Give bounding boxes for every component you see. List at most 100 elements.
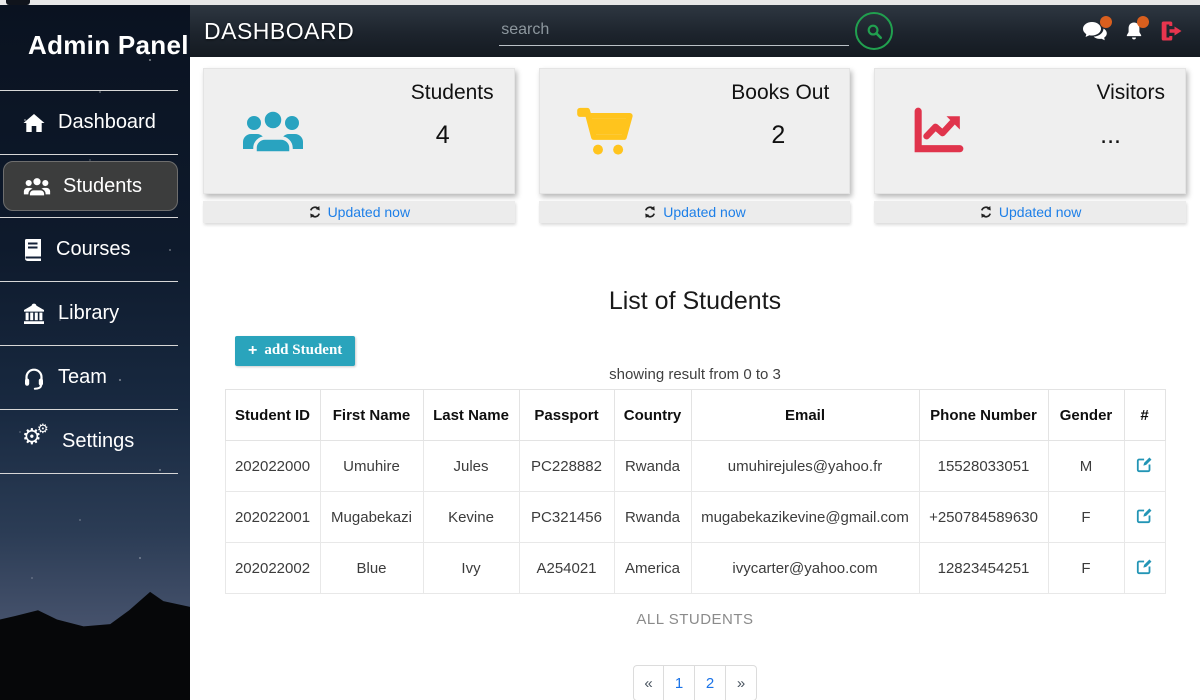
pagination-page-1[interactable]: 1 [664,665,695,700]
notification-badge [1100,16,1112,28]
divider [0,473,178,474]
card-updated-link[interactable]: Updated now [539,201,851,223]
headset-icon [22,366,46,390]
cell-gender: M [1048,441,1124,492]
sidebar-item-label: Team [58,366,107,389]
search-input[interactable] [499,17,849,46]
sidebar-item-label: Library [58,302,119,325]
col-header: Country [614,390,691,441]
book-icon [22,238,44,262]
pagination: « 1 2 » [190,665,1200,700]
edit-icon[interactable] [1124,492,1165,543]
pagination-prev[interactable]: « [633,665,664,700]
library-icon [22,302,46,326]
notification-badge [1137,16,1149,28]
mountain-silhouette [0,585,190,700]
sidebar-item-label: Courses [56,238,130,261]
cell-country: America [614,543,691,594]
card-value: 2 [680,121,830,150]
sidebar-item-courses[interactable]: Courses [0,218,190,281]
card-title: Visitors [1015,81,1165,105]
page-title: DASHBOARD [190,18,354,45]
table-row: 202022001 Mugabekazi Kevine PC321456 Rwa… [225,492,1165,543]
card-updated-link[interactable]: Updated now [203,201,515,223]
cell-last-name: Jules [423,441,519,492]
logout-icon[interactable] [1160,20,1184,42]
browser-strip [0,0,1200,5]
app-title: Admin Panel [0,0,190,90]
updated-label: Updated now [663,204,746,220]
updated-label: Updated now [328,204,411,220]
sidebar: Admin Panel Dashboard Students [0,0,190,700]
col-header: Last Name [423,390,519,441]
cell-email: ivycarter@yahoo.com [691,543,919,594]
edit-icon[interactable] [1124,441,1165,492]
visitors-card[interactable]: Visitors ... [874,68,1186,194]
search-icon [865,22,884,41]
cell-phone: 15528033051 [919,441,1048,492]
table-row: 202022002 Blue Ivy A254021 America ivyca… [225,543,1165,594]
visitors-card-block: Visitors ... Updated now [874,68,1186,223]
cell-email: mugabekazikevine@gmail.com [691,492,919,543]
all-students-label: ALL STUDENTS [190,611,1200,628]
col-header: Gender [1048,390,1124,441]
cell-gender: F [1048,492,1124,543]
bell-icon[interactable] [1123,20,1145,43]
cell-first-name: Mugabekazi [320,492,423,543]
cell-gender: F [1048,543,1124,594]
section-title: List of Students [190,287,1200,316]
col-header: Email [691,390,919,441]
card-value: 4 [344,121,494,150]
pagination-next[interactable]: » [726,665,757,700]
sidebar-item-library[interactable]: Library [0,282,190,345]
cell-last-name: Kevine [423,492,519,543]
sidebar-item-team[interactable]: Team [0,346,190,409]
refresh-icon [308,205,322,219]
books-out-card[interactable]: Books Out 2 [539,68,851,194]
cart-icon [540,69,680,193]
books-card-block: Books Out 2 Updated now [539,68,851,223]
sidebar-item-settings[interactable]: ⚙⚙ Settings [0,410,190,473]
card-title: Books Out [680,81,830,105]
messages-icon[interactable] [1082,20,1108,42]
search-area [499,12,893,50]
search-button[interactable] [855,12,893,50]
topbar: DASHBOARD [190,5,1200,57]
cell-student-id: 202022000 [225,441,320,492]
card-updated-link[interactable]: Updated now [874,201,1186,223]
updated-label: Updated now [999,204,1082,220]
plus-icon: + [248,344,257,358]
sidebar-nav: Dashboard Students [0,91,190,474]
cell-student-id: 202022002 [225,543,320,594]
divider [0,281,178,282]
sidebar-item-dashboard[interactable]: Dashboard [0,91,190,154]
sidebar-item-label: Settings [62,430,134,453]
cell-email: umuhirejules@yahoo.fr [691,441,919,492]
main-content: Students 4 Updated now [190,57,1200,700]
col-header: Student ID [225,390,320,441]
cell-first-name: Umuhire [320,441,423,492]
col-header: First Name [320,390,423,441]
cell-last-name: Ivy [423,543,519,594]
users-icon [23,176,51,197]
refresh-icon [979,205,993,219]
refresh-icon [643,205,657,219]
divider [0,409,178,410]
sidebar-item-label: Students [63,175,142,198]
divider [0,345,178,346]
cell-passport: A254021 [519,543,614,594]
sidebar-item-students[interactable]: Students [3,161,178,211]
cell-student-id: 202022001 [225,492,320,543]
cell-passport: PC321456 [519,492,614,543]
students-card[interactable]: Students 4 [203,68,515,194]
edit-icon[interactable] [1124,543,1165,594]
chart-line-icon [875,69,1015,193]
sidebar-item-label: Dashboard [58,111,156,134]
add-student-label: add Student [264,342,342,359]
stat-cards: Students 4 Updated now [190,57,1200,223]
cell-first-name: Blue [320,543,423,594]
add-student-button[interactable]: + add Student [235,336,355,366]
gears-icon: ⚙⚙ [22,429,50,455]
pagination-page-2[interactable]: 2 [695,665,726,700]
topbar-icons [1082,20,1200,43]
